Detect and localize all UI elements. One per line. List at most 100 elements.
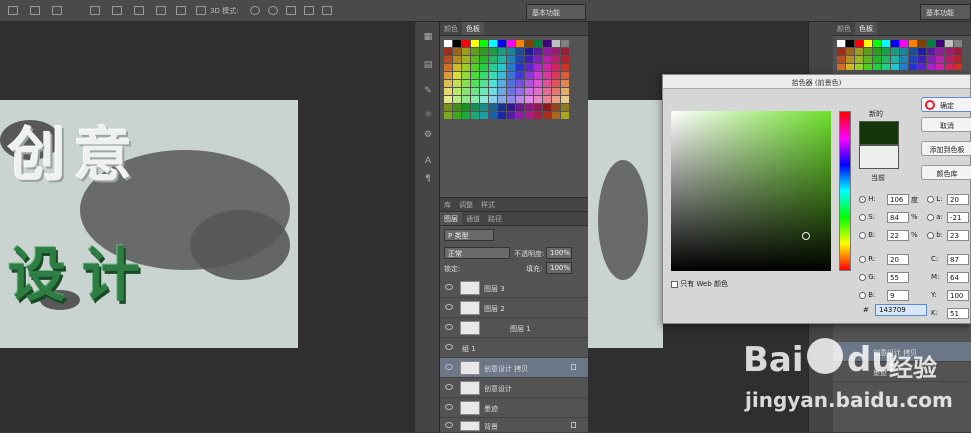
color-swatch[interactable] [543,96,551,103]
color-swatch[interactable] [462,48,470,55]
tab-color-right[interactable]: 颜色 [833,22,855,35]
color-swatch[interactable] [462,72,470,79]
lab-a-radio[interactable] [927,213,934,221]
color-swatch[interactable] [480,48,488,55]
color-swatch[interactable] [444,104,452,111]
tab-adjustments[interactable]: 调整 [455,198,477,211]
color-swatch[interactable] [516,40,524,47]
color-swatch[interactable] [882,56,890,63]
color-swatch[interactable] [453,72,461,79]
color-swatch[interactable] [453,56,461,63]
color-swatch[interactable] [507,80,515,87]
color-libraries-button[interactable]: 颜色库 [921,165,971,180]
distribute-left-icon[interactable] [156,6,166,15]
color-swatch[interactable] [534,48,542,55]
color-swatch[interactable] [927,48,935,55]
color-swatch[interactable] [471,88,479,95]
color-swatch[interactable] [453,80,461,87]
color-swatch[interactable] [525,96,533,103]
color-swatch[interactable] [489,48,497,55]
color-swatch[interactable] [471,96,479,103]
color-swatch[interactable] [543,56,551,63]
color-swatch[interactable] [462,80,470,87]
color-swatch[interactable] [507,88,515,95]
color-swatch[interactable] [489,112,497,119]
color-swatch[interactable] [561,56,569,63]
color-swatch[interactable] [525,80,533,87]
color-swatch[interactable] [480,64,488,71]
color-swatch[interactable] [561,72,569,79]
color-swatch[interactable] [534,80,542,87]
color-swatch[interactable] [480,88,488,95]
distribute-bottom-icon[interactable] [134,6,144,15]
color-swatch[interactable] [444,112,452,119]
layer-row[interactable]: 图层 3 [440,278,588,298]
color-swatch[interactable] [498,88,506,95]
magenta-input[interactable]: 64 [947,272,969,283]
color-swatch[interactable] [525,104,533,111]
color-swatch[interactable] [471,64,479,71]
color-swatch[interactable] [882,48,890,55]
color-swatch[interactable] [864,48,872,55]
swatch-grid-icon[interactable]: ▤ [422,60,434,72]
color-swatch[interactable] [561,112,569,119]
color-swatch[interactable] [489,56,497,63]
color-swatch[interactable] [561,80,569,87]
color-swatch[interactable] [453,104,461,111]
blue-radio[interactable] [859,291,866,299]
color-swatch[interactable] [552,80,560,87]
color-swatch[interactable] [864,40,872,47]
color-swatch[interactable] [909,64,917,70]
color-swatch[interactable] [534,64,542,71]
align-bottom-icon[interactable] [52,6,62,15]
color-swatch[interactable] [552,40,560,47]
color-swatch[interactable] [462,104,470,111]
layer-row[interactable]: 图层 1 [440,318,588,338]
black-input[interactable]: 51 [947,308,969,319]
color-swatch[interactable] [507,48,515,55]
color-swatch[interactable] [525,72,533,79]
color-swatch[interactable] [444,64,452,71]
color-swatch[interactable] [543,72,551,79]
tab-layers[interactable]: 图层 [440,212,462,225]
color-swatch[interactable] [525,112,533,119]
visibility-eye-icon[interactable] [445,422,453,428]
color-swatch[interactable] [453,88,461,95]
visibility-eye-icon[interactable] [445,324,453,330]
tab-swatches-right[interactable]: 色板 [855,22,877,35]
slide-3d-icon[interactable] [304,6,314,15]
color-swatch[interactable] [909,56,917,63]
drag-3d-icon[interactable] [286,6,296,15]
color-swatch[interactable] [552,104,560,111]
hue-input[interactable]: 106 [887,194,909,205]
color-swatch[interactable] [489,72,497,79]
color-swatch[interactable] [498,56,506,63]
lab-a-input[interactable]: -21 [947,212,969,223]
color-swatch[interactable] [543,104,551,111]
color-swatch[interactable] [837,64,845,70]
blend-mode-select[interactable]: 正常 [444,247,510,259]
visibility-eye-icon[interactable] [445,344,453,350]
paragraph-icon[interactable]: ¶ [422,174,434,186]
web-colors-checkbox[interactable] [671,280,678,288]
color-swatch[interactable] [471,80,479,87]
color-swatch[interactable] [471,104,479,111]
color-swatch[interactable] [480,80,488,87]
color-swatch[interactable] [444,80,452,87]
distribute-middle-icon[interactable] [112,6,122,15]
color-swatch[interactable] [891,48,899,55]
color-swatch[interactable] [516,80,524,87]
lab-l-radio[interactable] [927,195,934,203]
color-swatch[interactable] [864,64,872,70]
color-swatch[interactable] [561,104,569,111]
color-swatch[interactable] [525,48,533,55]
color-swatch[interactable] [525,64,533,71]
color-swatch[interactable] [516,88,524,95]
color-swatch[interactable] [900,40,908,47]
color-swatch[interactable] [507,112,515,119]
color-swatch[interactable] [516,48,524,55]
color-swatch[interactable] [498,64,506,71]
color-swatch[interactable] [534,88,542,95]
tab-channels[interactable]: 通道 [462,212,484,225]
color-swatch[interactable] [837,48,845,55]
